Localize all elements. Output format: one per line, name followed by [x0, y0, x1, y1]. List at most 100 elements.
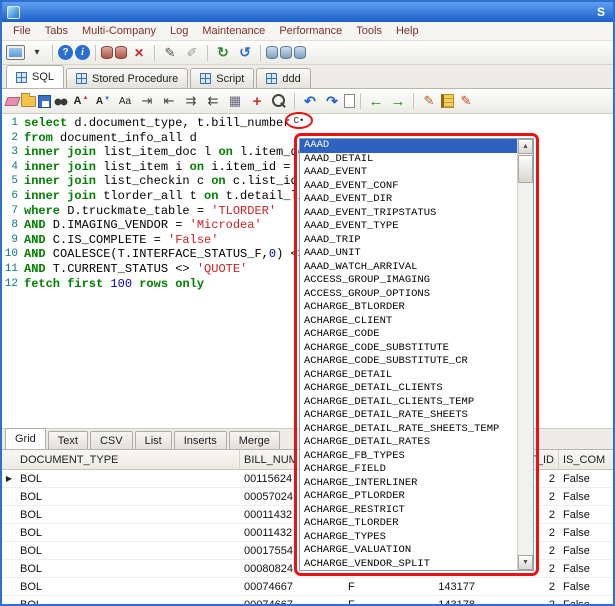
autocomplete-item[interactable]: ACHARGE_BTLORDER [300, 301, 517, 315]
autocomplete-item[interactable]: ACHARGE_DETAIL_RATES [300, 436, 517, 450]
table-row[interactable]: BOL00074667F1431782False [2, 596, 613, 604]
result-tab-inserts[interactable]: Inserts [174, 431, 227, 449]
save-icon[interactable] [38, 95, 51, 108]
font-case-icon[interactable] [115, 91, 135, 111]
autocomplete-item[interactable]: AAAD_EVENT_DIR [300, 193, 517, 207]
result-tab-grid[interactable]: Grid [5, 428, 46, 449]
zoom-icon[interactable] [269, 91, 289, 111]
db-red-1-icon[interactable] [101, 46, 113, 59]
monitor-icon[interactable] [6, 45, 25, 60]
refresh-green-icon[interactable] [213, 43, 233, 63]
autocomplete-item[interactable]: ACHARGE_DETAIL_RATE_SHEETS_TEMP [300, 423, 517, 437]
autocomplete-item[interactable]: AAAD_TRIP [300, 234, 517, 248]
autocomplete-item[interactable]: ACHARGE_CODE_SUBSTITUTE_CR [300, 355, 517, 369]
autocomplete-item[interactable]: ACHARGE_RESTRICT [300, 504, 517, 518]
autocomplete-item[interactable]: AAAD_EVENT [300, 166, 517, 180]
menu-file[interactable]: File [6, 23, 38, 39]
menu-multi-company[interactable]: Multi-Company [75, 23, 163, 39]
autocomplete-item[interactable]: ACHARGE_CODE [300, 328, 517, 342]
result-tab-csv[interactable]: CSV [90, 431, 133, 449]
tab-script[interactable]: Script [190, 68, 254, 88]
delete-icon[interactable] [129, 43, 149, 63]
completion-trigger-icon[interactable]: C• [294, 116, 305, 126]
db-red-2-icon[interactable] [115, 46, 127, 59]
grid-cell: False [559, 599, 613, 605]
autocomplete-item[interactable]: ACCESS_GROUP_OPTIONS [300, 288, 517, 302]
autocomplete-item[interactable]: ACCESS_GROUP_IMAGING [300, 274, 517, 288]
redo-icon[interactable] [322, 91, 342, 111]
edit-pencil-icon[interactable] [419, 91, 439, 111]
db-blue-2-icon[interactable] [280, 46, 292, 59]
autocomplete-item[interactable]: AAAD [300, 139, 517, 153]
menu-performance[interactable]: Performance [272, 23, 349, 39]
menu-help[interactable]: Help [389, 23, 426, 39]
autocomplete-item[interactable]: ACHARGE_VENDOR_SPLIT [300, 558, 517, 570]
pencil2-icon[interactable] [182, 43, 202, 63]
run-icon[interactable] [456, 91, 476, 111]
table-row[interactable]: BOL00074667F1431772False [2, 578, 613, 596]
help-icon[interactable] [58, 45, 73, 60]
grid-column-header[interactable]: DOCUMENT_TYPE [16, 450, 240, 469]
db-blue-3-icon[interactable] [294, 46, 306, 59]
autocomplete-item[interactable]: ACHARGE_DETAIL_CLIENTS_TEMP [300, 396, 517, 410]
refresh-blue-icon[interactable] [235, 43, 255, 63]
scroll-up-icon[interactable]: ▲ [518, 139, 533, 154]
notebook-icon[interactable] [441, 94, 454, 108]
autocomplete-item[interactable]: AAAD_EVENT_TYPE [300, 220, 517, 234]
autocomplete-item[interactable]: ACHARGE_DETAIL_CLIENTS [300, 382, 517, 396]
indent-icon[interactable] [181, 91, 201, 111]
autocomplete-item[interactable]: ACHARGE_VALUATION [300, 544, 517, 558]
font-increase-icon[interactable] [71, 91, 91, 111]
result-tab-text[interactable]: Text [48, 431, 88, 449]
outdent-icon[interactable] [203, 91, 223, 111]
scroll-down-icon[interactable]: ▼ [518, 555, 533, 570]
autocomplete-item[interactable]: AAAD_UNIT [300, 247, 517, 261]
grid-column-header[interactable]: IS_COM [559, 450, 615, 469]
result-tab-merge[interactable]: Merge [229, 431, 280, 449]
pencil-icon[interactable] [160, 43, 180, 63]
db-blue-1-icon[interactable] [266, 46, 278, 59]
autocomplete-item[interactable]: ACHARGE_FB_TYPES [300, 450, 517, 464]
page-icon[interactable] [344, 94, 355, 108]
eraser-icon[interactable] [4, 97, 20, 106]
grid-cell: False [559, 491, 613, 503]
autocomplete-item[interactable]: ACHARGE_DETAIL_RATE_SHEETS [300, 409, 517, 423]
tab-right-icon[interactable] [137, 91, 157, 111]
autocomplete-item[interactable]: ACHARGE_CLIENT [300, 315, 517, 329]
menu-tabs[interactable]: Tabs [38, 23, 75, 39]
autocomplete-item[interactable]: ACHARGE_CODE_SUBSTITUTE [300, 342, 517, 356]
find-icon[interactable] [53, 93, 69, 109]
autocomplete-item[interactable]: ACHARGE_INTERLINER [300, 477, 517, 491]
undo-icon[interactable] [300, 91, 320, 111]
autocomplete-item[interactable]: AAAD_WATCH_ARRIVAL [300, 261, 517, 275]
autocomplete-item[interactable]: AAAD_EVENT_TRIPSTATUS [300, 207, 517, 221]
tab-stored-procedure[interactable]: Stored Procedure [66, 68, 188, 88]
autocomplete-item[interactable]: ACHARGE_TYPES [300, 531, 517, 545]
autocomplete-item[interactable]: ACHARGE_FIELD [300, 463, 517, 477]
font-decrease-icon[interactable] [93, 91, 113, 111]
info-icon[interactable] [75, 45, 90, 60]
tab-ddd[interactable]: ddd [256, 68, 310, 88]
autocomplete-item[interactable]: ACHARGE_DETAIL [300, 369, 517, 383]
autocomplete-scrollbar[interactable]: ▲ ▼ [517, 139, 533, 570]
menu-log[interactable]: Log [163, 23, 195, 39]
nav-back-icon[interactable] [366, 91, 386, 111]
tab-sql[interactable]: SQL [6, 65, 64, 88]
caret-down-icon[interactable] [27, 43, 47, 63]
folder-open-icon[interactable] [21, 96, 36, 107]
result-tab-list[interactable]: List [135, 431, 172, 449]
menu-maintenance[interactable]: Maintenance [195, 23, 272, 39]
title-bar[interactable]: S [2, 2, 613, 22]
autocomplete-item[interactable]: ACHARGE_TLORDER [300, 517, 517, 531]
autocomplete-item[interactable]: ACHARGE_PTLORDER [300, 490, 517, 504]
autocomplete-item[interactable]: AAAD_EVENT_CONF [300, 180, 517, 194]
autocomplete-item[interactable]: AAAD_DETAIL [300, 153, 517, 167]
grid-filter-icon[interactable] [225, 91, 245, 111]
add-icon[interactable] [247, 91, 267, 111]
tab-left-icon[interactable] [159, 91, 179, 111]
menu-tools[interactable]: Tools [349, 23, 389, 39]
toolbar-separator [360, 93, 361, 109]
nav-forward-icon[interactable] [388, 91, 408, 111]
scrollbar-thumb[interactable] [518, 155, 533, 183]
grid-cell: BOL [16, 545, 240, 557]
